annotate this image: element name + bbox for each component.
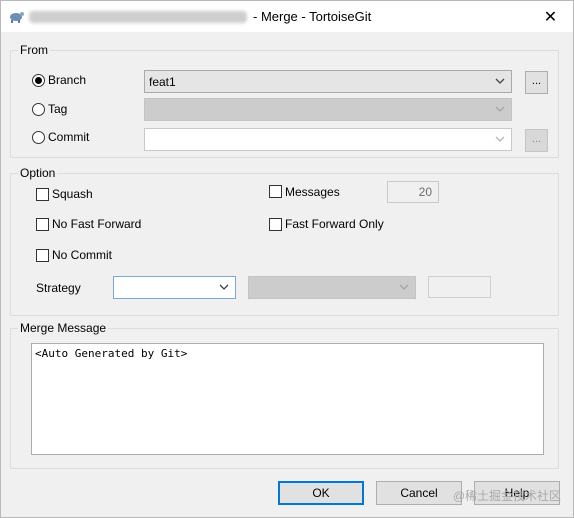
fast-forward-only-label[interactable]: Fast Forward Only [285, 217, 384, 231]
merge-message-textarea[interactable]: <Auto Generated by Git> [31, 343, 544, 455]
merge-message-group-label: Merge Message [18, 321, 109, 335]
chevron-down-icon [219, 284, 229, 290]
merge-dialog: - Merge - TortoiseGit ✕ From Branch feat… [0, 0, 574, 518]
from-group-label: From [18, 43, 50, 57]
commit-radio[interactable] [32, 131, 45, 144]
squash-label[interactable]: Squash [52, 187, 93, 201]
tag-combobox[interactable] [144, 98, 512, 121]
squash-checkbox[interactable] [36, 188, 49, 201]
commit-combobox[interactable] [144, 128, 512, 151]
commit-browse-button[interactable]: ... [525, 129, 548, 152]
strategy-label: Strategy [36, 281, 81, 295]
option-group-label: Option [18, 166, 58, 180]
branch-combobox[interactable]: feat1 [144, 70, 512, 93]
no-commit-checkbox[interactable] [36, 249, 49, 262]
window-title: - Merge - TortoiseGit [253, 9, 372, 24]
title-bar: - Merge - TortoiseGit ✕ [1, 1, 573, 32]
messages-count-input[interactable]: 20 [387, 181, 439, 203]
tortoisegit-icon [10, 12, 24, 23]
strategy-option-combobox[interactable] [248, 276, 416, 299]
chevron-down-icon [399, 284, 409, 290]
chevron-down-icon [495, 136, 505, 142]
chevron-down-icon [495, 78, 505, 84]
messages-label[interactable]: Messages [285, 185, 340, 199]
close-icon: ✕ [543, 8, 558, 26]
branch-label[interactable]: Branch [48, 73, 86, 87]
messages-checkbox[interactable] [269, 185, 282, 198]
fast-forward-only-checkbox[interactable] [269, 218, 282, 231]
chevron-down-icon [495, 106, 505, 112]
branch-browse-button[interactable]: ... [525, 71, 548, 94]
watermark: @稀土掘金技术社区 [452, 489, 561, 503]
no-fast-forward-checkbox[interactable] [36, 218, 49, 231]
tag-label[interactable]: Tag [48, 102, 67, 116]
strategy-combobox[interactable] [113, 276, 236, 299]
tag-radio[interactable] [32, 103, 45, 116]
repository-path-redacted [29, 11, 247, 23]
cancel-button[interactable]: Cancel [376, 481, 462, 505]
commit-label[interactable]: Commit [48, 130, 89, 144]
ok-button[interactable]: OK [278, 481, 364, 505]
strategy-param-input[interactable] [428, 276, 491, 298]
no-fast-forward-label[interactable]: No Fast Forward [52, 217, 141, 231]
close-button[interactable]: ✕ [528, 1, 573, 32]
branch-radio[interactable] [32, 74, 45, 87]
branch-value: feat1 [149, 75, 176, 89]
no-commit-label[interactable]: No Commit [52, 248, 112, 262]
